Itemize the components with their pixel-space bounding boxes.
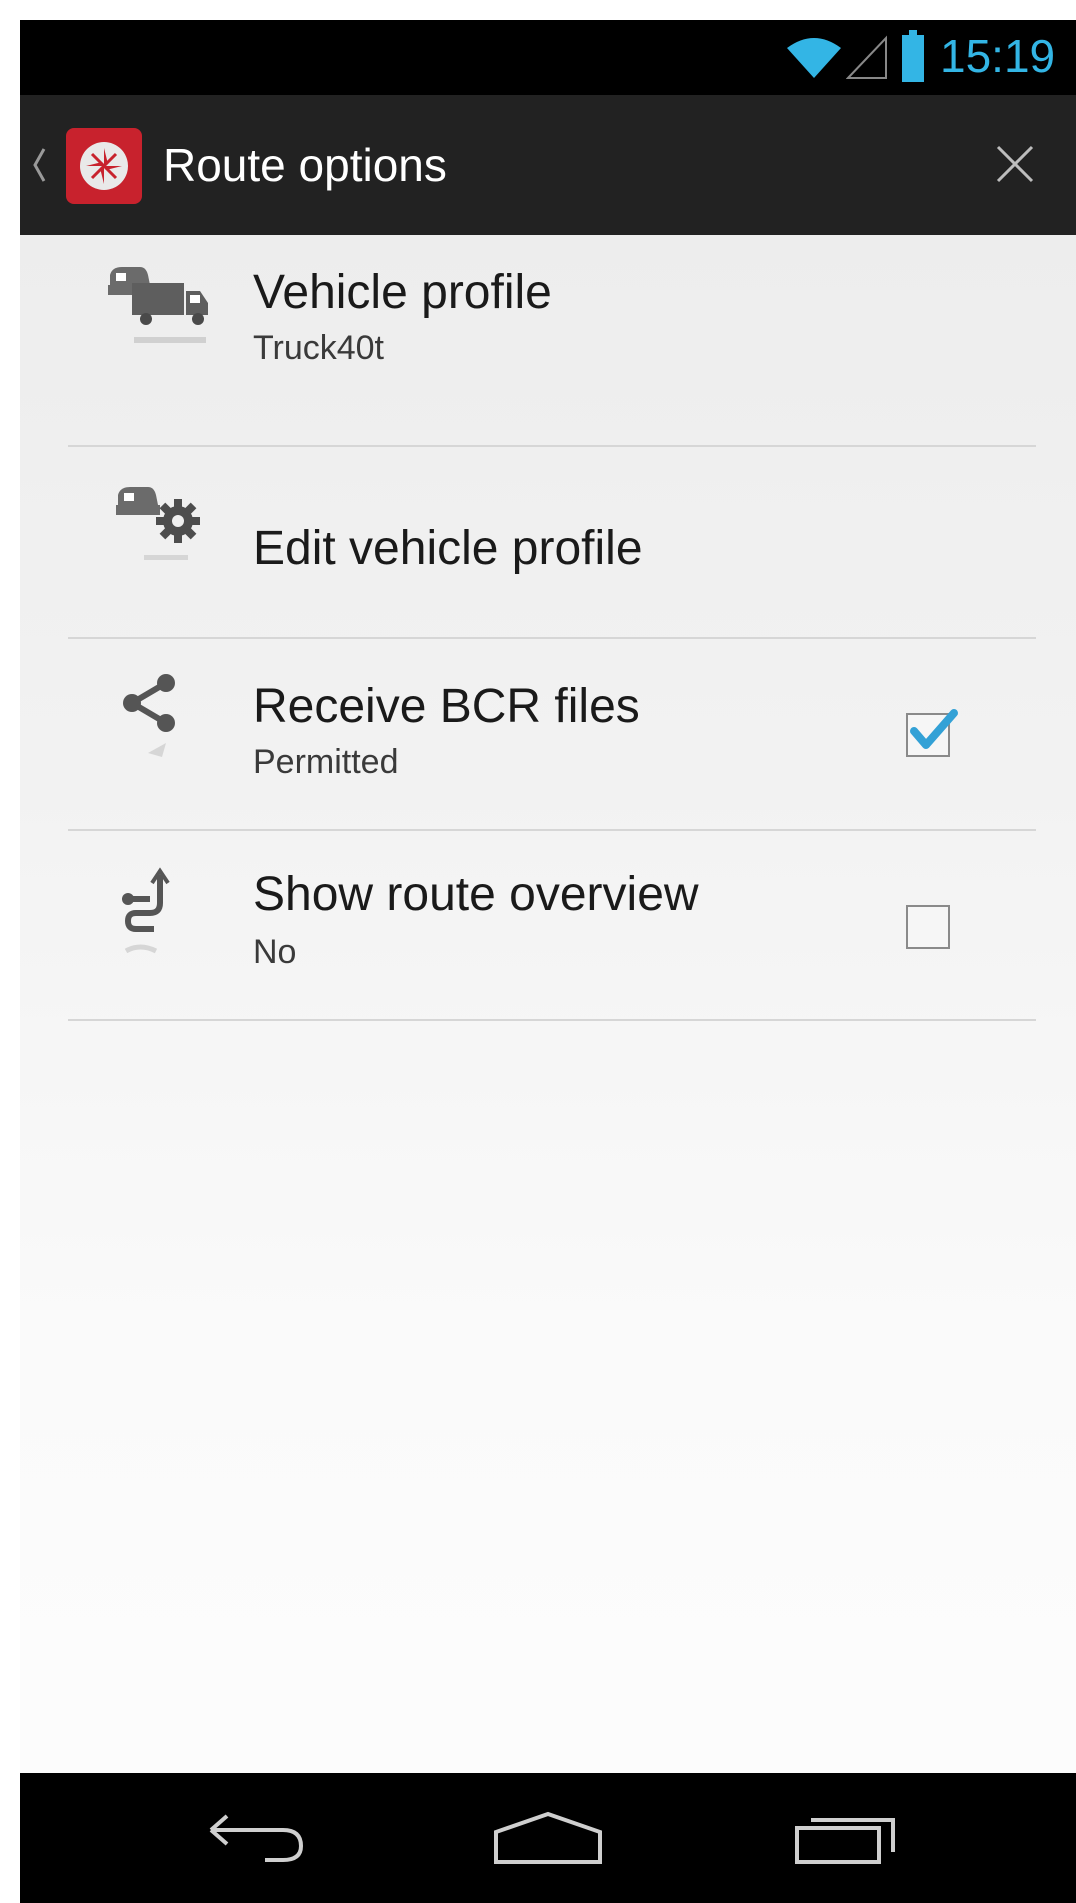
signal-icon [846,35,887,79]
option-receive-bcr-files[interactable]: Receive BCR files Permitted [20,639,1076,831]
option-title: Receive BCR files [253,680,640,733]
close-icon[interactable] [990,139,1040,189]
wifi-icon [787,38,841,78]
option-title: Vehicle profile [253,266,552,319]
option-subtitle: No [253,933,297,971]
edit-vehicle-settings-icon [116,487,200,560]
option-title: Show route overview [253,868,699,921]
option-subtitle: Truck40t [253,329,385,367]
status-clock: 15:19 [940,30,1056,82]
app-screen: 15:19 Route options Vehicle profile Truc… [20,20,1076,1903]
option-title: Edit vehicle profile [253,522,643,575]
option-edit-vehicle-profile[interactable]: Edit vehicle profile [20,447,1076,639]
back-icon[interactable] [205,1808,315,1868]
share-icon [123,674,175,757]
vehicle-profile-icon [108,267,208,343]
receive-bcr-checkbox[interactable] [906,709,958,757]
action-bar: Route options [20,95,1076,235]
option-show-route-overview[interactable]: Show route overview No [20,831,1076,1021]
up-navigation-icon[interactable] [30,143,48,187]
recents-icon[interactable] [793,1806,899,1866]
page-title: Route options [163,139,447,191]
status-bar: 15:19 [20,20,1076,95]
option-vehicle-profile[interactable]: Vehicle profile Truck40t [20,235,1076,447]
option-subtitle: Permitted [253,743,399,781]
route-overview-icon [122,867,170,954]
navigation-bar [20,1773,1076,1903]
compass-app-icon[interactable] [66,128,142,204]
checkmark-icon [910,709,958,749]
home-icon[interactable] [492,1808,604,1868]
show-route-overview-checkbox[interactable] [906,905,950,949]
battery-icon [902,30,924,82]
divider [68,1019,1036,1021]
